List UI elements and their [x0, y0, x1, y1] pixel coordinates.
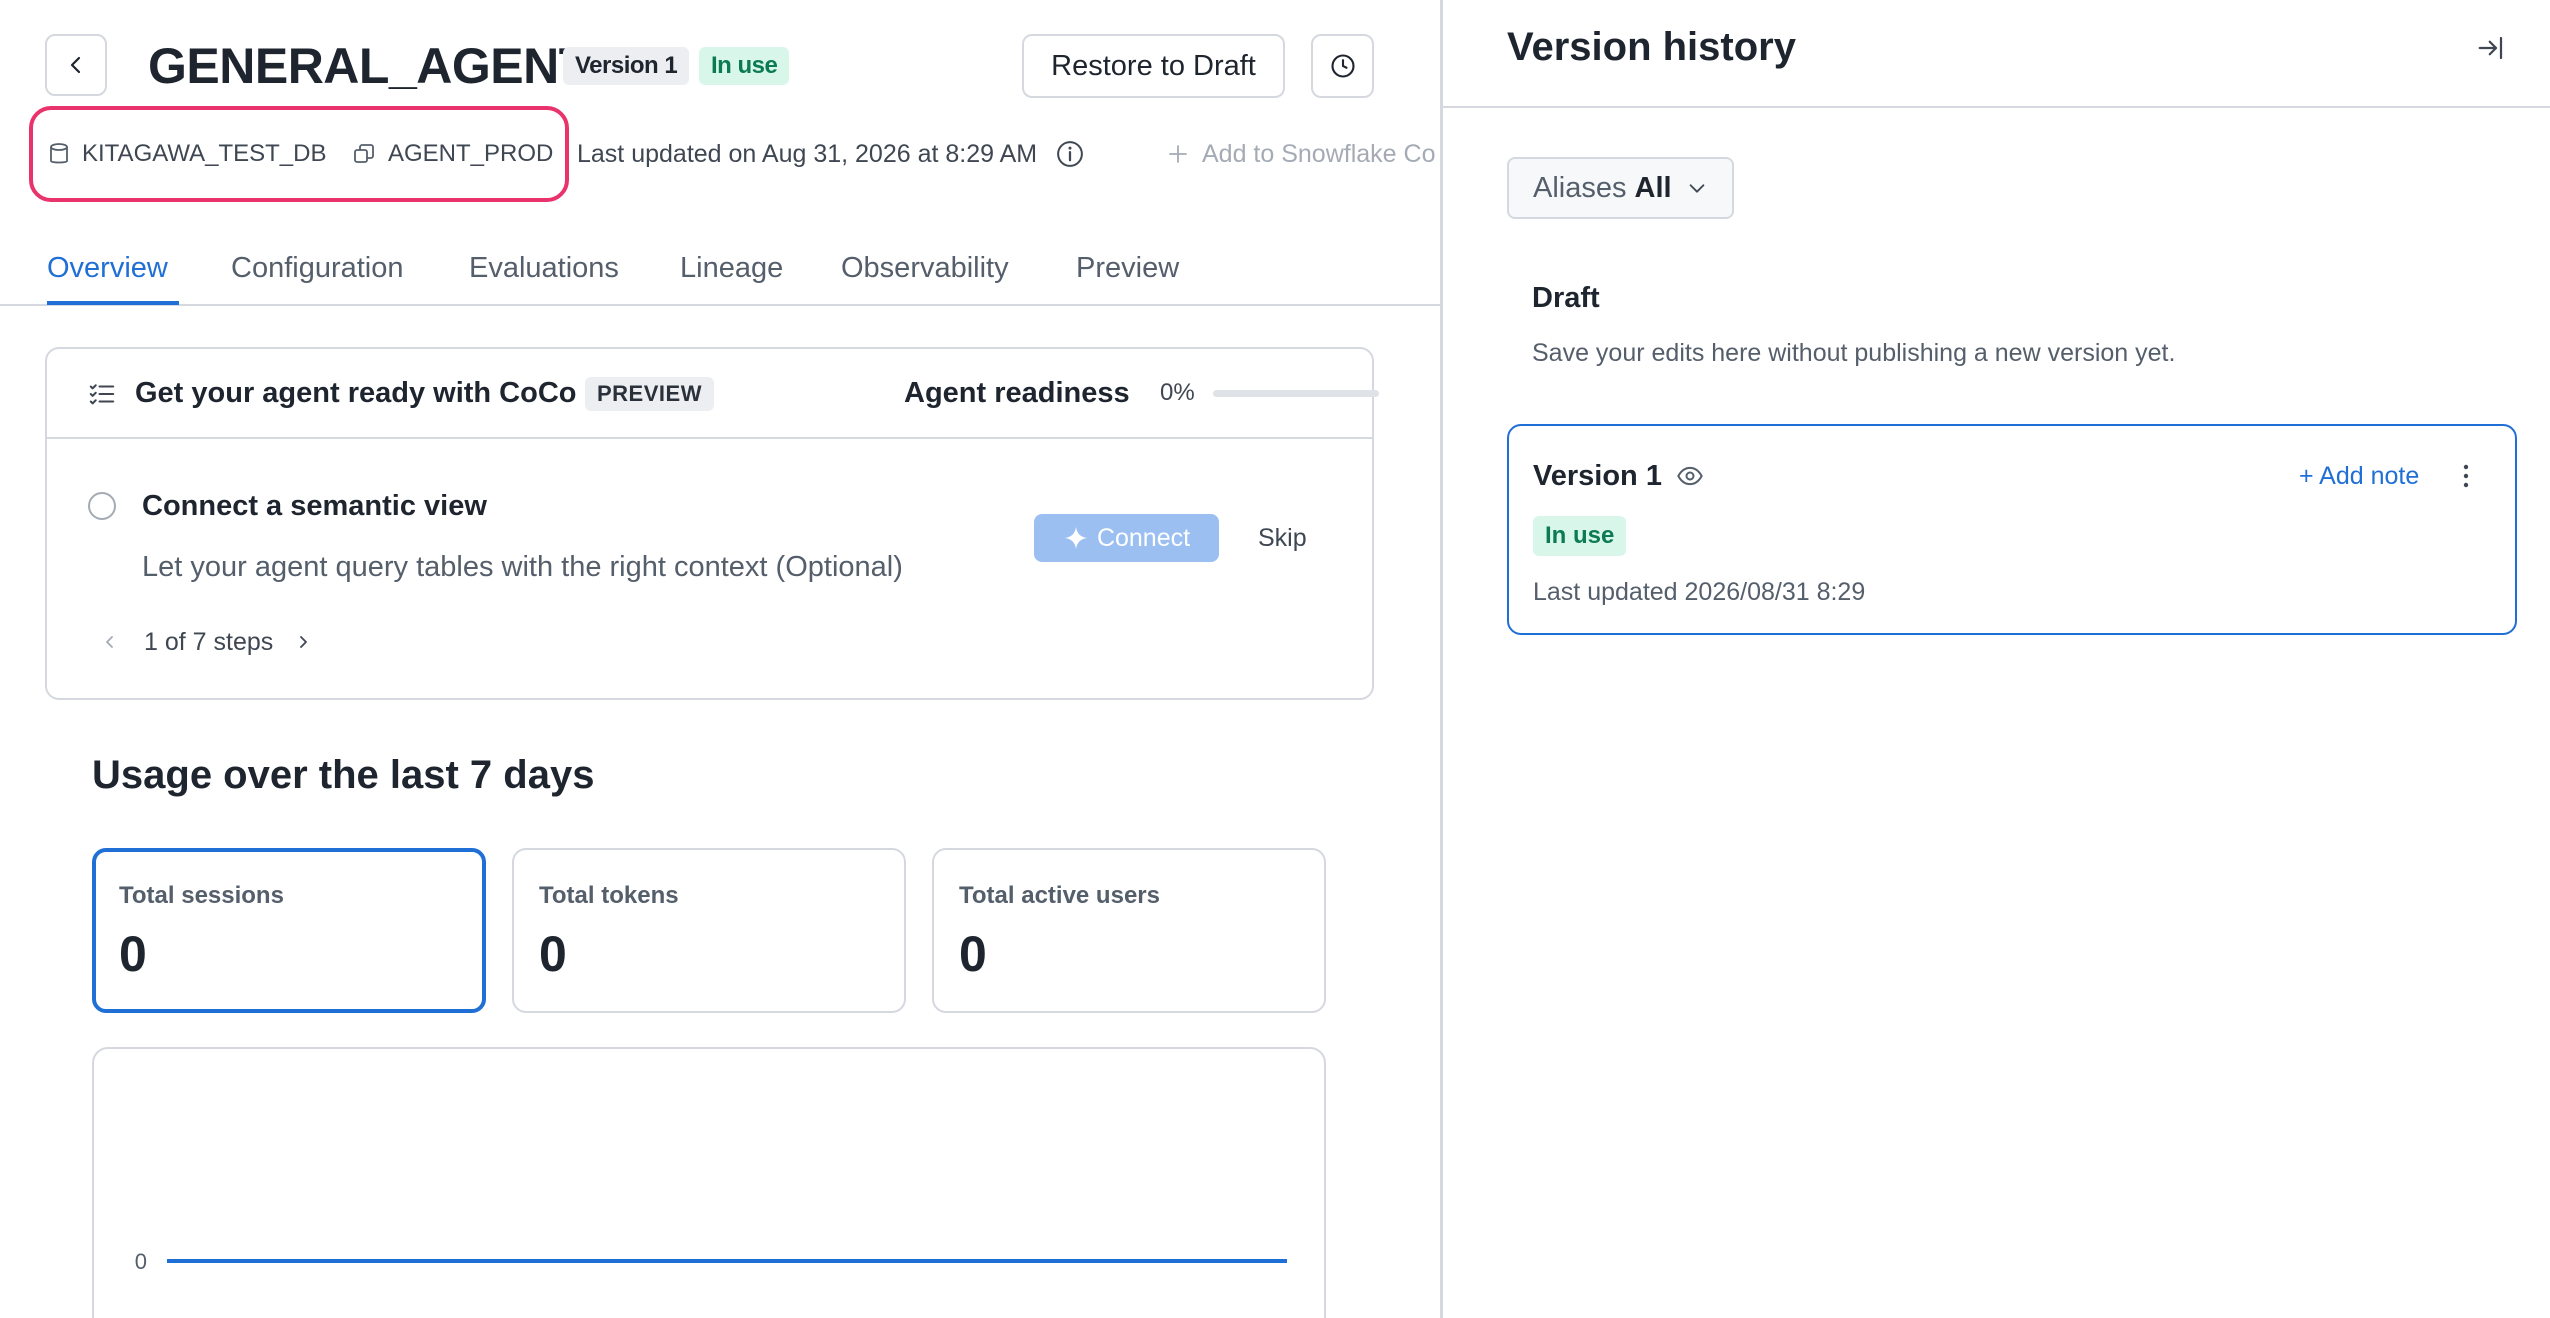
metric-label: Total active users [959, 882, 1160, 909]
metric-value: 0 [959, 926, 987, 982]
eye-icon[interactable] [1676, 462, 1704, 490]
tab-bar: Overview Configuration Evaluations Linea… [0, 236, 1440, 306]
version-badge: Version 1 [563, 47, 690, 85]
schema-link[interactable]: AGENT_PROD [352, 136, 553, 172]
metric-value: 0 [539, 926, 567, 982]
database-link[interactable]: KITAGAWA_TEST_DB [48, 136, 327, 172]
database-name: KITAGAWA_TEST_DB [82, 140, 327, 167]
version-title: Version 1 [1533, 456, 1704, 496]
coco-title: Get your agent ready with CoCo [135, 377, 577, 409]
agent-detail-pane: GENERAL_AGENT Version 1 In use Restore t… [0, 0, 1440, 1318]
add-to-snowflake-label: Add to Snowflake Co [1202, 140, 1436, 168]
tab-configuration[interactable]: Configuration [231, 248, 404, 288]
skip-button[interactable]: Skip [1258, 519, 1307, 557]
metric-label: Total tokens [539, 882, 679, 909]
add-note-button[interactable]: + Add note [2299, 458, 2419, 494]
coco-card-header: Get your agent ready with CoCo PREVIEW A… [47, 349, 1379, 439]
metric-total-tokens[interactable]: Total tokens 0 [512, 848, 906, 1013]
restore-to-draft-button[interactable]: Restore to Draft [1022, 34, 1285, 98]
back-button[interactable] [45, 34, 107, 96]
panel-separator [1443, 106, 2550, 108]
chevron-left-icon[interactable] [102, 632, 118, 652]
version-title-text: Version 1 [1533, 460, 1662, 492]
connect-button[interactable]: Connect [1034, 514, 1219, 562]
schema-name: AGENT_PROD [388, 140, 554, 167]
clock-icon [1330, 54, 1355, 78]
version-history-button[interactable] [1311, 34, 1374, 98]
last-updated: Last updated on Aug 31, 2026 at 8:29 AM [577, 136, 1085, 172]
collapse-panel-button[interactable] [2473, 30, 2509, 66]
aliases-filter-dropdown[interactable]: Aliases All [1507, 157, 1734, 219]
readiness-percent: 0% [1160, 379, 1195, 406]
metric-total-active-users[interactable]: Total active users 0 [932, 848, 1326, 1013]
chevron-right-icon[interactable] [295, 632, 311, 652]
version-history-panel: Version history Aliases All Draft Save y… [1443, 0, 2550, 1318]
version-last-updated: Last updated 2026/08/31 8:29 [1533, 578, 1866, 606]
readiness-progress-bar [1213, 390, 1379, 397]
info-icon[interactable] [1055, 139, 1085, 169]
chevron-left-icon [70, 56, 81, 74]
step-title: Connect a semantic view [142, 490, 487, 522]
kebab-menu-icon [2463, 464, 2469, 488]
tab-lineage[interactable]: Lineage [680, 248, 783, 288]
chevron-down-icon [1689, 184, 1704, 193]
add-to-snowflake-button[interactable]: Add to Snowflake Co [1166, 136, 1435, 172]
plus-icon [1169, 145, 1187, 163]
checklist-icon [89, 384, 115, 405]
readiness-label: Agent readiness [904, 377, 1130, 409]
metric-label: Total sessions [119, 882, 284, 909]
coco-readiness-card: Get your agent ready with CoCo PREVIEW A… [45, 347, 1379, 700]
tab-overview[interactable]: Overview [47, 248, 168, 288]
status-badge: In use [699, 47, 790, 85]
database-icon [50, 143, 68, 164]
tab-evaluations[interactable]: Evaluations [469, 248, 619, 288]
usage-title: Usage over the last 7 days [92, 753, 595, 797]
collapse-right-icon [2478, 36, 2503, 60]
aliases-label: Aliases [1533, 171, 1627, 204]
metric-total-sessions[interactable]: Total sessions 0 [92, 848, 486, 1013]
usage-chart-card: 0 [92, 1047, 1326, 1318]
panel-title: Version history [1507, 25, 1796, 69]
step-description: Let your agent query tables with the rig… [142, 551, 903, 583]
draft-description: Save your edits here without publishing … [1532, 339, 2176, 367]
more-options-button[interactable] [2451, 458, 2481, 494]
step-pager: 1 of 7 steps [102, 624, 311, 660]
metric-value: 0 [119, 926, 147, 982]
y-tick-label: 0 [135, 1249, 147, 1274]
connect-label: Connect [1096, 523, 1191, 552]
step-radio[interactable] [88, 492, 116, 520]
version-status-badge: In use [1533, 516, 1627, 556]
active-tab-indicator [47, 301, 179, 305]
version-card[interactable]: Version 1 + Add note In use Last updated… [1507, 424, 2517, 635]
schema-icon [354, 144, 374, 163]
draft-title[interactable]: Draft [1532, 278, 1600, 318]
tab-preview[interactable]: Preview [1076, 248, 1179, 288]
aliases-value: All [1634, 171, 1672, 204]
tab-observability[interactable]: Observability [841, 248, 1009, 288]
usage-chart: 0 [135, 1249, 1287, 1274]
page-title: GENERAL_AGENT [148, 38, 589, 94]
step-count: 1 of 7 steps [144, 628, 274, 656]
last-updated-text: Last updated on Aug 31, 2026 at 8:29 AM [577, 140, 1038, 168]
preview-badge: PREVIEW [585, 377, 714, 411]
sparkle-icon [1065, 527, 1087, 549]
